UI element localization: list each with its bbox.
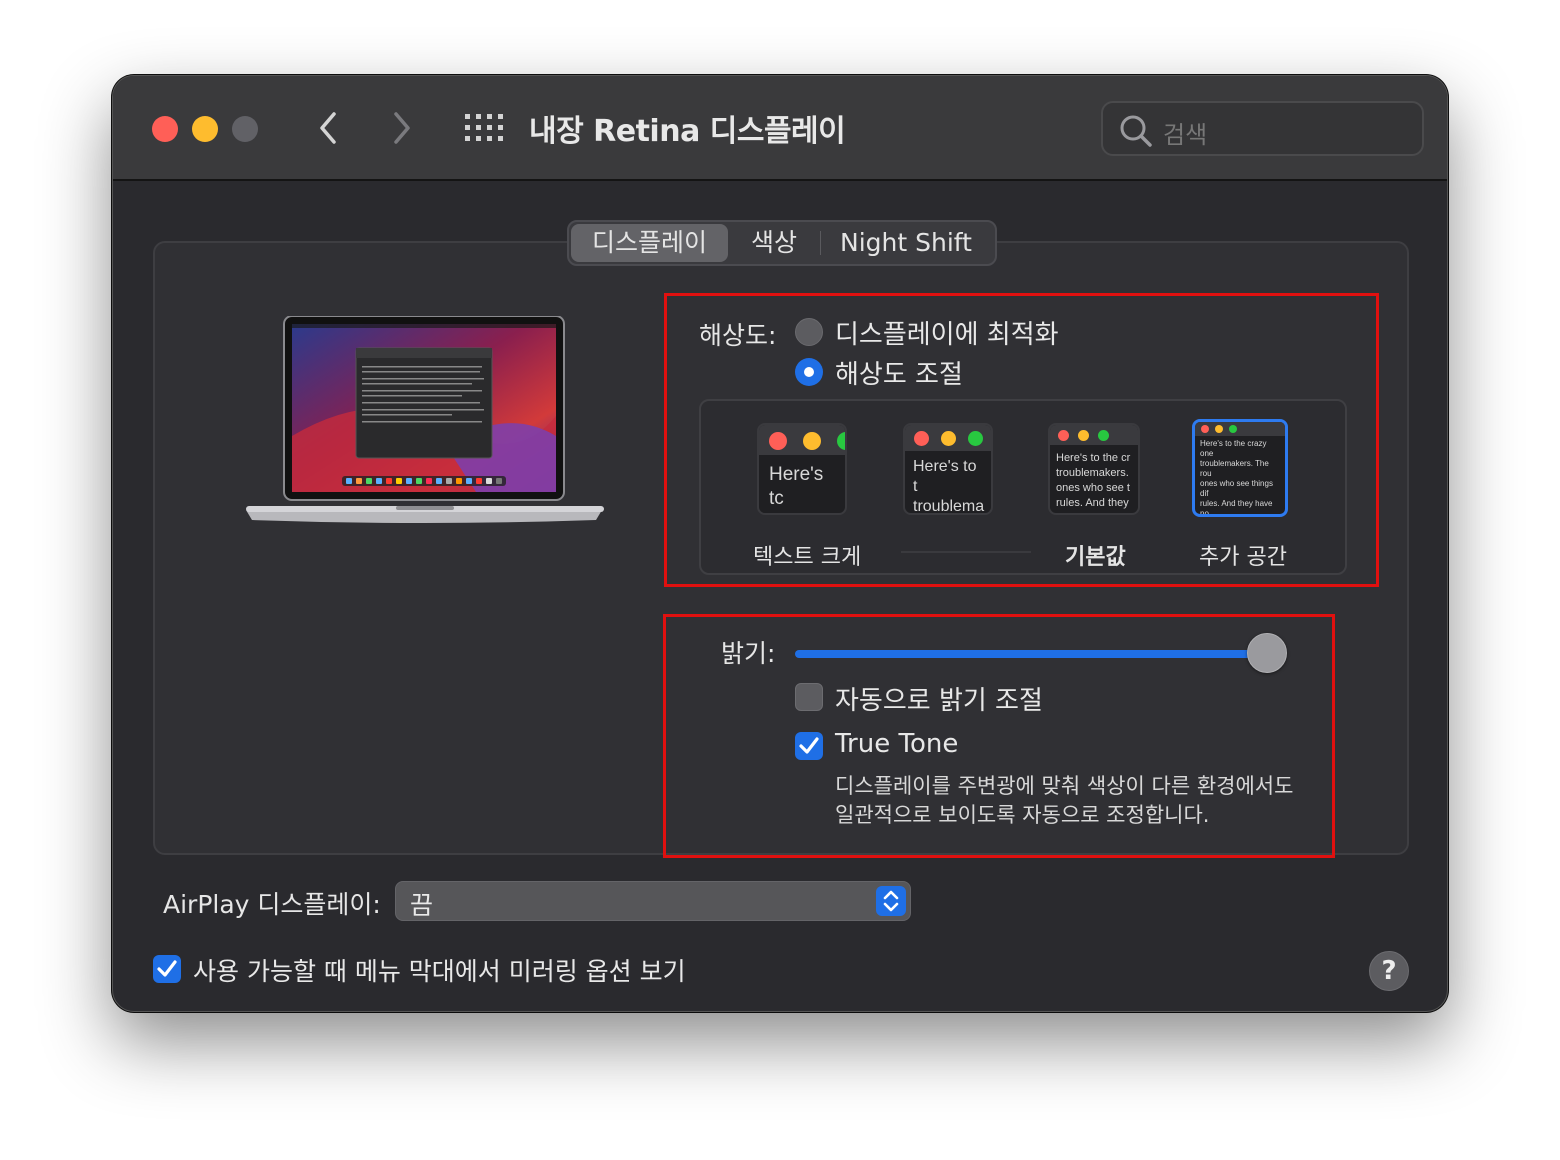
airplay-popup[interactable]: 끔 bbox=[395, 881, 911, 921]
resolution-label: 해상도: bbox=[699, 321, 777, 350]
scale-label-more-space: 추가 공간 bbox=[1199, 545, 1287, 570]
auto-brightness-label[interactable]: 자동으로 밝기 조절 bbox=[835, 680, 1043, 717]
true-tone-desc-line1: 디스플레이를 주변광에 맞춰 색상이 다른 환경에서도 bbox=[835, 774, 1294, 798]
scale-options-panel: Here's tc troublem Here's to t troublema… bbox=[699, 399, 1347, 575]
scale-label-default: 기본값 bbox=[1065, 545, 1126, 570]
help-button[interactable]: ? bbox=[1369, 951, 1409, 991]
back-button[interactable] bbox=[311, 106, 345, 150]
chevron-left-icon bbox=[320, 112, 336, 144]
brightness-label: 밝기: bbox=[721, 639, 776, 668]
chevron-up-down-icon bbox=[883, 890, 899, 912]
auto-brightness-checkbox[interactable] bbox=[795, 683, 823, 711]
tab-bar: 디스플레이 색상 Night Shift bbox=[567, 220, 997, 266]
search-placeholder: 검색 bbox=[1163, 121, 1208, 149]
tab-night-shift[interactable]: Night Shift bbox=[821, 224, 991, 262]
macbook-illustration bbox=[246, 315, 604, 526]
scale-option-1[interactable]: Here's tc troublem bbox=[757, 423, 847, 515]
checkmark-icon bbox=[799, 737, 819, 754]
zoom-button[interactable] bbox=[232, 116, 258, 142]
display-preferences-window: 내장 Retina 디스플레이 검색 디스플레이 색상 Night Shift bbox=[112, 75, 1448, 1012]
brightness-slider-track[interactable] bbox=[795, 650, 1271, 658]
true-tone-checkbox[interactable] bbox=[795, 732, 823, 760]
scale-option-2[interactable]: Here's to t troublema ones who bbox=[903, 423, 993, 515]
search-field[interactable]: 검색 bbox=[1101, 101, 1424, 156]
mirroring-checkbox[interactable] bbox=[153, 955, 181, 983]
airplay-value: 끔 bbox=[410, 891, 434, 920]
brightness-slider-knob[interactable] bbox=[1247, 633, 1287, 673]
scale-preview-text-4: Here's to the crazy one troublemakers. T… bbox=[1200, 439, 1273, 517]
radio-scaled[interactable] bbox=[795, 358, 823, 386]
forward-button[interactable] bbox=[385, 106, 419, 150]
true-tone-label[interactable]: True Tone bbox=[835, 729, 958, 759]
scale-label-larger-text: 텍스트 크게 bbox=[753, 545, 862, 570]
search-icon bbox=[1120, 115, 1152, 147]
scale-option-3[interactable]: Here's to the cr troublemakers. ones who… bbox=[1048, 423, 1140, 515]
scale-preview-text-3: Here's to the cr troublemakers. ones who… bbox=[1056, 452, 1131, 509]
window-title: 내장 Retina 디스플레이 bbox=[529, 114, 846, 149]
radio-optimized[interactable] bbox=[795, 318, 823, 346]
grid-icon bbox=[465, 114, 503, 141]
true-tone-description: 디스플레이를 주변광에 맞춰 색상이 다른 환경에서도 일관적으로 보이도록 자… bbox=[835, 772, 1293, 830]
mirroring-label[interactable]: 사용 가능할 때 메뉴 막대에서 미러링 옵션 보기 bbox=[193, 952, 686, 988]
title-bar: 내장 Retina 디스플레이 검색 bbox=[113, 76, 1447, 181]
close-button[interactable] bbox=[152, 116, 178, 142]
airplay-stepper[interactable] bbox=[876, 886, 906, 916]
scale-preview-text-2: Here's to t troublema ones who bbox=[913, 458, 985, 515]
scale-preview-text-1: Here's tc troublem bbox=[769, 464, 843, 513]
tab-color[interactable]: 색상 bbox=[728, 224, 820, 262]
chevron-right-icon bbox=[394, 112, 410, 144]
scale-divider bbox=[901, 551, 1031, 553]
minimize-button[interactable] bbox=[192, 116, 218, 142]
true-tone-desc-line2: 일관적으로 보이도록 자동으로 조정합니다. bbox=[835, 803, 1210, 827]
scale-option-4[interactable]: Here's to the crazy one troublemakers. T… bbox=[1192, 419, 1288, 517]
option-scaled-label[interactable]: 해상도 조절 bbox=[835, 354, 963, 391]
airplay-label: AirPlay 디스플레이: bbox=[163, 890, 381, 919]
tab-display[interactable]: 디스플레이 bbox=[571, 224, 728, 262]
option-optimized-label[interactable]: 디스플레이에 최적화 bbox=[835, 314, 1059, 351]
show-all-button[interactable] bbox=[465, 114, 503, 142]
checkmark-icon bbox=[157, 960, 177, 977]
